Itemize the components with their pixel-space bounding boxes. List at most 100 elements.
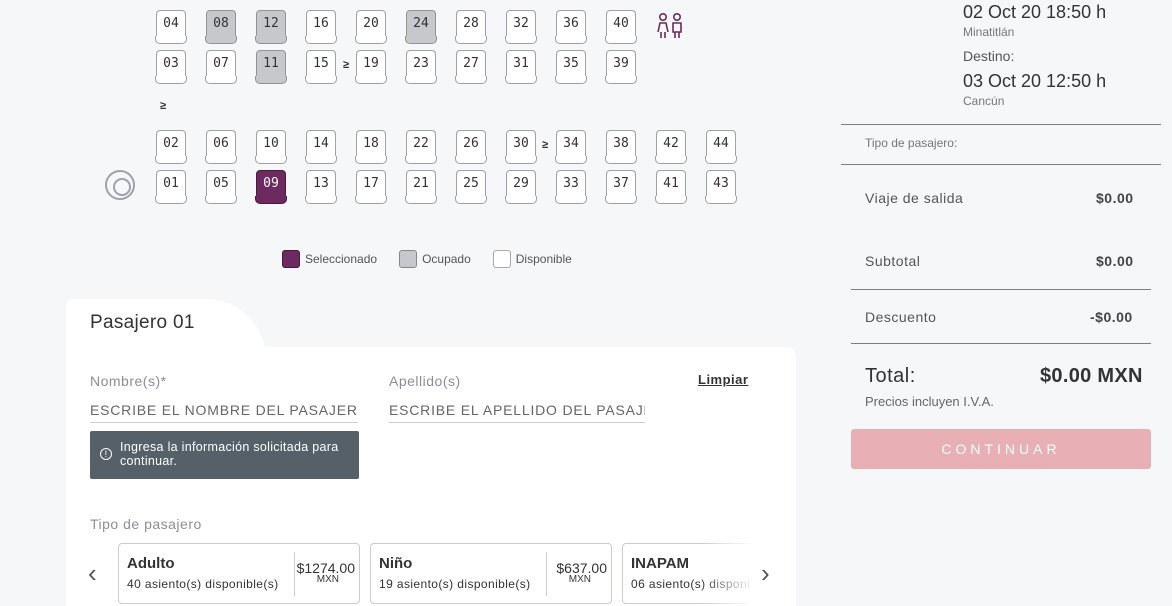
seat-09[interactable]: 09 — [255, 170, 287, 204]
seat-06[interactable]: 06 — [205, 130, 237, 164]
seat-37[interactable]: 37 — [605, 170, 637, 204]
passenger-type-seats: 19 asiento(s) disponible(s) — [379, 577, 531, 591]
seat-number: 43 — [713, 176, 729, 191]
continue-button[interactable]: CONTINUAR — [851, 429, 1151, 469]
seat-43[interactable]: 43 — [705, 170, 737, 204]
seat-19[interactable]: 19 — [355, 50, 387, 84]
restroom-icon — [657, 12, 682, 38]
seat-base — [455, 36, 487, 44]
seat-20[interactable]: 20 — [355, 10, 387, 44]
seat-16[interactable]: 16 — [305, 10, 337, 44]
subtotal-value: $0.00 — [1096, 253, 1134, 269]
passenger-type-card-child[interactable]: Niño 19 asiento(s) disponible(s) $637.00… — [370, 543, 612, 604]
available-seat-icon — [492, 250, 511, 268]
seat-number: 32 — [513, 16, 529, 31]
seat-base — [655, 196, 687, 204]
seat-base — [405, 36, 437, 44]
seat-base — [705, 196, 737, 204]
seat-base — [255, 156, 287, 164]
seat-base — [505, 76, 537, 84]
seat-39[interactable]: 39 — [605, 50, 637, 84]
seat-base — [355, 76, 387, 84]
passenger-type-currency: MXN — [316, 574, 339, 585]
chevron-left-icon[interactable]: ‹ — [88, 558, 97, 589]
seat-base — [505, 196, 537, 204]
seat-38[interactable]: 38 — [605, 130, 637, 164]
seat-18[interactable]: 18 — [355, 130, 387, 164]
seat-05[interactable]: 05 — [205, 170, 237, 204]
seat-number: 33 — [563, 176, 579, 191]
seat-36[interactable]: 36 — [555, 10, 587, 44]
seat-27[interactable]: 27 — [455, 50, 487, 84]
seat-10[interactable]: 10 — [255, 130, 287, 164]
seat-number: 29 — [513, 176, 529, 191]
seat-base — [455, 76, 487, 84]
seat-07[interactable]: 07 — [205, 50, 237, 84]
chevron-right-icon[interactable]: › — [761, 558, 770, 589]
passenger-type-seats: 40 asiento(s) disponible(s) — [127, 577, 279, 591]
seat-42[interactable]: 42 — [655, 130, 687, 164]
seat-14[interactable]: 14 — [305, 130, 337, 164]
seat-28[interactable]: 28 — [455, 10, 487, 44]
outbound-value: $0.00 — [1096, 190, 1134, 206]
seat-base — [705, 156, 737, 164]
seat-number: 01 — [163, 176, 179, 191]
seat-number: 25 — [463, 176, 479, 191]
seat-04[interactable]: 04 — [155, 10, 187, 44]
seat-23[interactable]: 23 — [405, 50, 437, 84]
seat-base — [155, 36, 187, 44]
seat-base — [255, 36, 287, 44]
seat-30[interactable]: 30 — [505, 130, 537, 164]
discount-label: Descuento — [865, 309, 937, 325]
occupied-seat-icon — [399, 250, 418, 268]
seat-number: 31 — [513, 56, 529, 71]
seat-31[interactable]: 31 — [505, 50, 537, 84]
divider — [546, 552, 547, 596]
seat-base — [555, 196, 587, 204]
seat-number: 13 — [313, 176, 329, 191]
seat-21[interactable]: 21 — [405, 170, 437, 204]
seat-base — [555, 36, 587, 44]
seat-base — [355, 36, 387, 44]
seat-22[interactable]: 22 — [405, 130, 437, 164]
divider — [851, 289, 1151, 290]
seat-01[interactable]: 01 — [155, 170, 187, 204]
seat-44[interactable]: 44 — [705, 130, 737, 164]
seat-base — [605, 36, 637, 44]
seat-40[interactable]: 40 — [605, 10, 637, 44]
clear-button[interactable]: Limpiar — [698, 372, 748, 387]
seat-03[interactable]: 03 — [155, 50, 187, 84]
arrival-datetime: 03 Oct 20 12:50 h — [963, 71, 1107, 91]
passenger-type-card-adult[interactable]: Adulto 40 asiento(s) disponible(s) $1274… — [118, 543, 360, 604]
seat-15[interactable]: 15 — [305, 50, 337, 84]
seat-02[interactable]: 02 — [155, 130, 187, 164]
seat-32[interactable]: 32 — [505, 10, 537, 44]
last-name-input[interactable] — [389, 400, 645, 423]
seat-35[interactable]: 35 — [555, 50, 587, 84]
seat-13[interactable]: 13 — [305, 170, 337, 204]
first-name-input[interactable] — [90, 400, 358, 423]
outbound-label: Viaje de salida — [865, 190, 964, 206]
info-icon: ! — [100, 448, 112, 460]
seat-base — [155, 76, 187, 84]
seat-26[interactable]: 26 — [455, 130, 487, 164]
seat-number: 39 — [613, 56, 629, 71]
selected-seat-icon — [282, 250, 300, 268]
seat-base — [155, 196, 187, 204]
seat-17[interactable]: 17 — [355, 170, 387, 204]
subtotal-label: Subtotal — [865, 253, 921, 269]
seat-base — [255, 196, 287, 204]
seat-number: 05 — [213, 176, 229, 191]
seat-base — [355, 196, 387, 204]
seat-25[interactable]: 25 — [455, 170, 487, 204]
seat-41[interactable]: 41 — [655, 170, 687, 204]
seat-base — [205, 36, 237, 44]
seat-33[interactable]: 33 — [555, 170, 587, 204]
divider — [294, 552, 295, 596]
seat-29[interactable]: 29 — [505, 170, 537, 204]
seat-34[interactable]: 34 — [555, 130, 587, 164]
passenger-type-name: INAPAM — [631, 555, 690, 572]
aisle-arrow-icon: ≥ — [542, 139, 549, 151]
seat-24: 24 — [405, 10, 437, 44]
seat-base — [205, 196, 237, 204]
